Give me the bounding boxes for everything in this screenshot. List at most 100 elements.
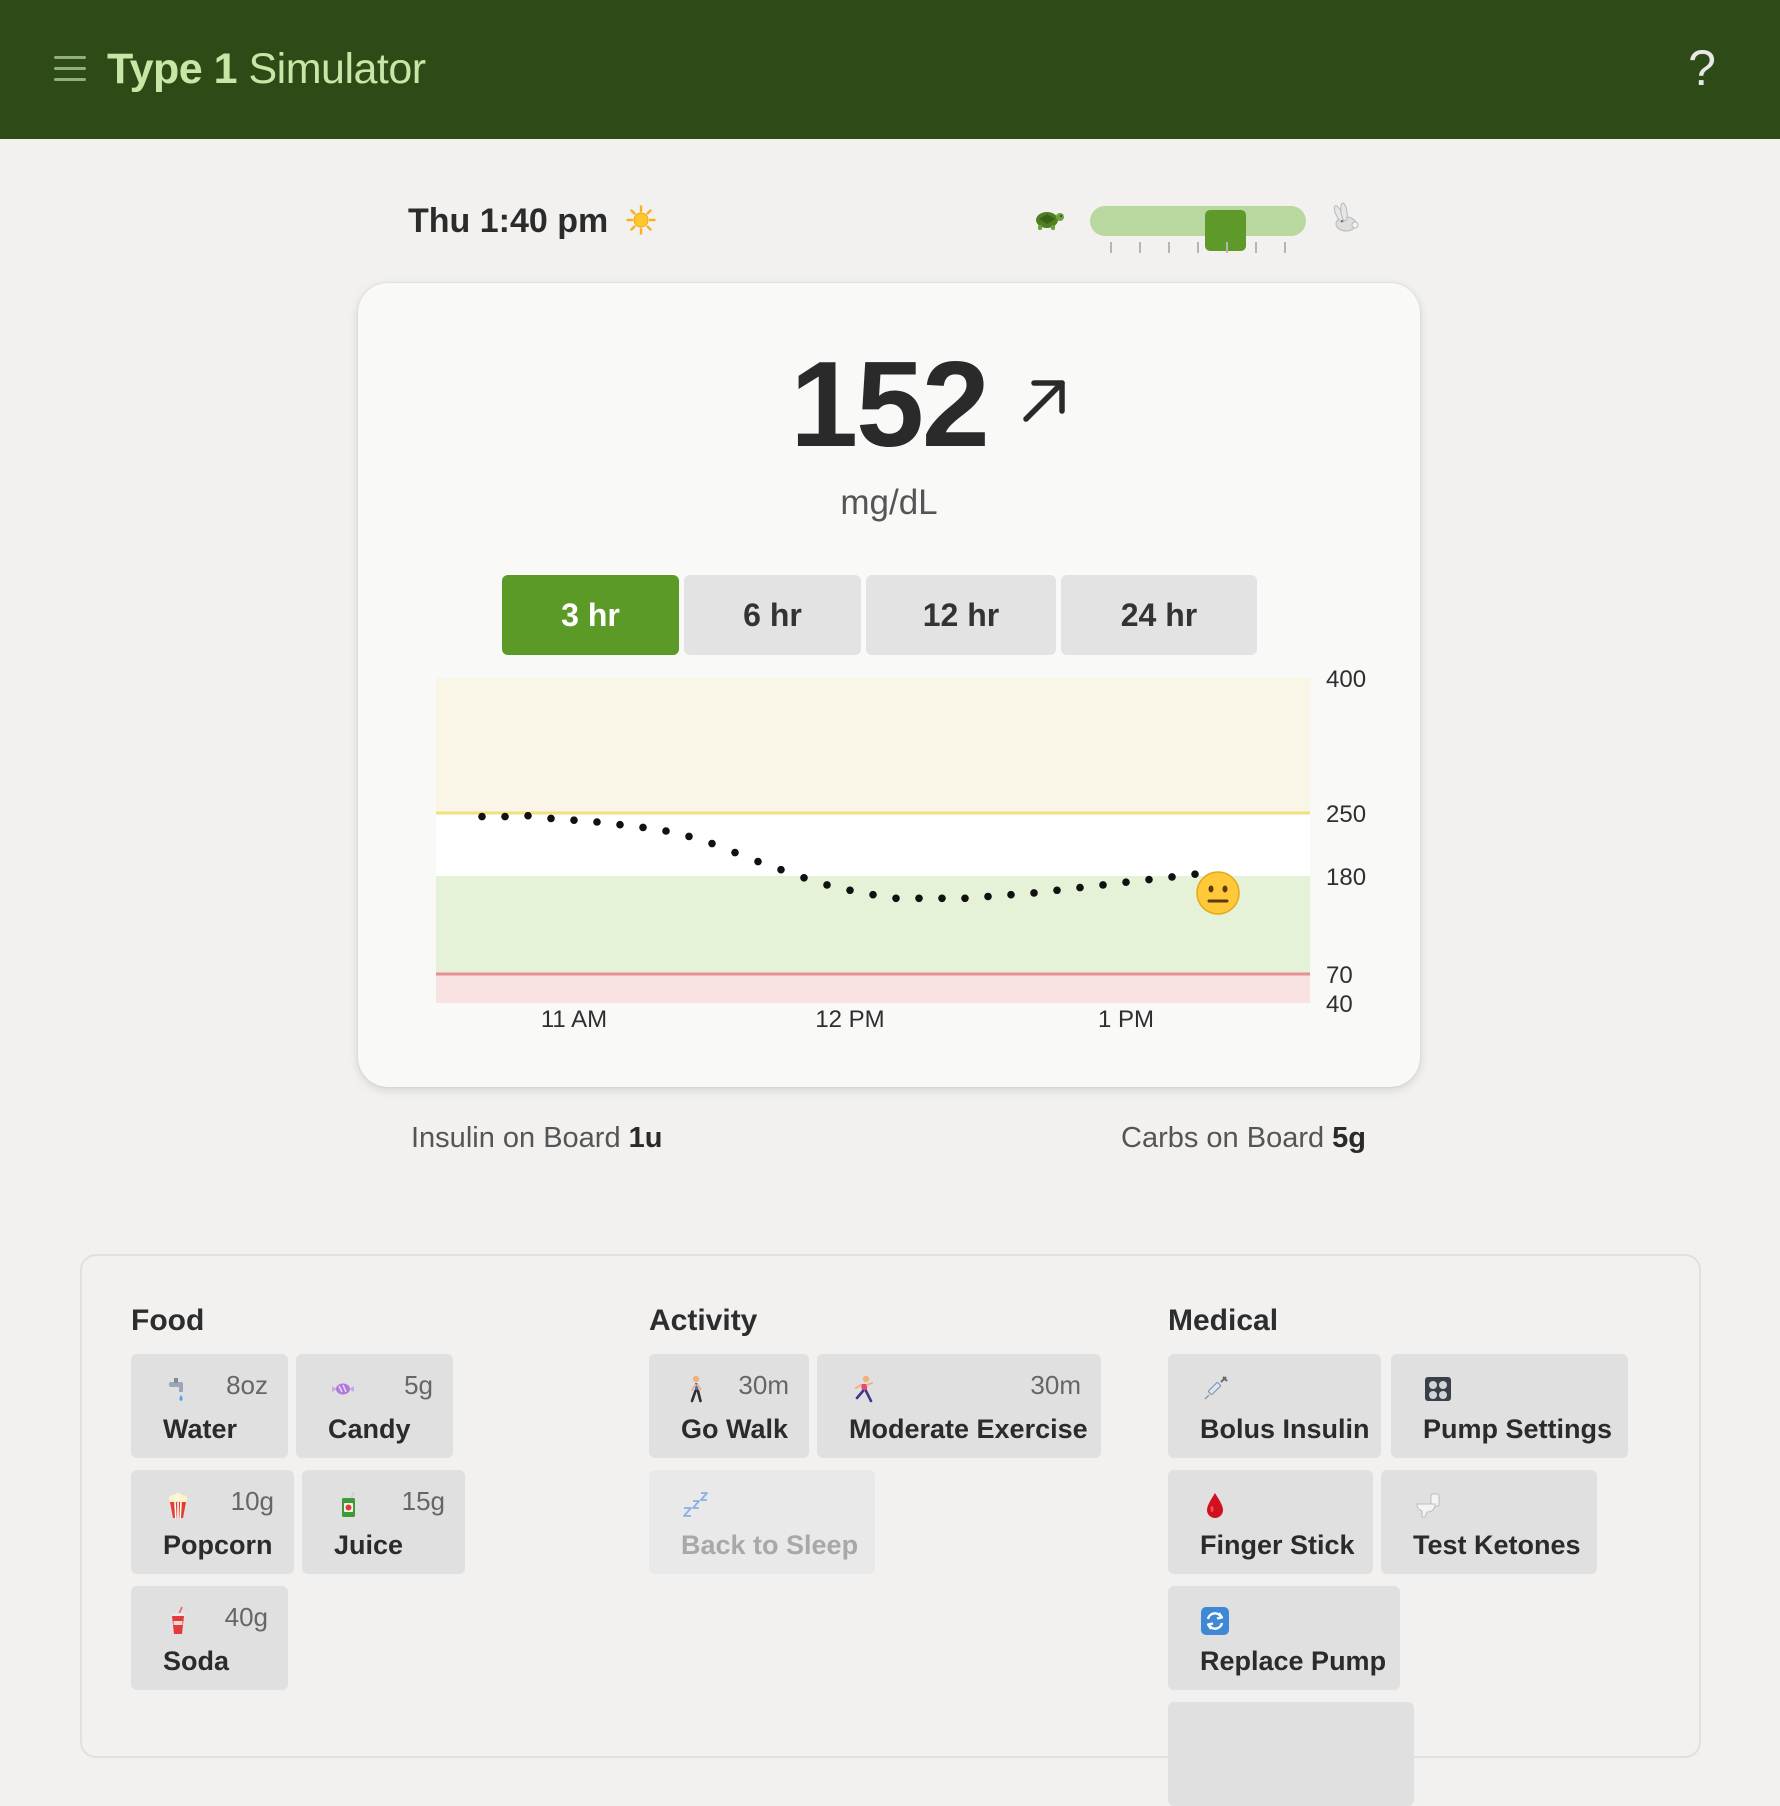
water-tap-icon xyxy=(169,1378,183,1401)
glucose-point xyxy=(800,873,808,882)
carbs-on-board-label: Carbs on Board xyxy=(1121,1122,1333,1154)
food-water-button[interactable]: 8oz Water xyxy=(131,1354,288,1458)
app-title-rest: Simulator xyxy=(237,45,426,93)
sim-speed-control xyxy=(1030,196,1370,256)
medical-more-button[interactable] xyxy=(1168,1702,1414,1806)
x-tick-label: 1 PM xyxy=(1098,1006,1154,1033)
sim-time: Thu 1:40 pm xyxy=(408,202,609,240)
insulin-on-board: Insulin on Board 1u xyxy=(411,1122,663,1155)
x-tick-label: 12 PM xyxy=(815,1006,884,1033)
food-water-label: Water xyxy=(163,1414,238,1444)
glucose-point xyxy=(777,865,785,874)
food-candy-amount: 5g xyxy=(404,1370,433,1400)
running-person-icon xyxy=(855,1375,873,1403)
activity-go-walk-label: Go Walk xyxy=(681,1414,789,1444)
zone-target xyxy=(436,876,1310,974)
medical-bolus-insulin-button[interactable]: Bolus Insulin xyxy=(1168,1354,1381,1458)
app-title-bold: Type 1 xyxy=(107,45,238,93)
zone-elevated xyxy=(436,813,1310,876)
activity-go-walk-button[interactable]: 30m Go Walk xyxy=(649,1354,809,1458)
food-water-amount: 8oz xyxy=(226,1370,268,1400)
repeat-arrows-icon xyxy=(1201,1607,1229,1635)
glucose-point xyxy=(846,886,854,895)
food-section-title: Food xyxy=(131,1304,205,1337)
glucose-point xyxy=(1191,870,1199,878)
glucose-point xyxy=(547,814,555,823)
rabbit-icon[interactable] xyxy=(1330,202,1364,234)
x-tick-label: 11 AM xyxy=(541,1006,607,1033)
medical-replace-pump-button[interactable]: Replace Pump xyxy=(1168,1586,1400,1690)
blood-drop-icon xyxy=(1207,1493,1223,1518)
glucose-point xyxy=(478,812,486,821)
syringe-icon xyxy=(1204,1376,1228,1400)
zone-high xyxy=(436,678,1310,813)
glucose-point xyxy=(823,881,831,889)
food-candy-label: Candy xyxy=(328,1414,411,1444)
app-header: Type 1 Simulator ? xyxy=(0,0,1780,139)
sun-icon xyxy=(626,205,656,235)
y-tick-label: 70 xyxy=(1326,962,1353,989)
candy-icon xyxy=(332,1383,354,1395)
glucose-point xyxy=(662,827,670,835)
y-tick-label: 40 xyxy=(1326,991,1353,1018)
food-popcorn-button[interactable]: 10g Popcorn xyxy=(131,1470,294,1574)
turtle-icon[interactable] xyxy=(1030,206,1066,232)
glucose-point xyxy=(1030,889,1038,897)
zone-low xyxy=(436,974,1310,1003)
food-juice-button[interactable]: 15g Juice xyxy=(302,1470,465,1574)
juice-box-icon xyxy=(342,1491,355,1517)
medical-finger-stick-button[interactable]: Finger Stick xyxy=(1168,1470,1373,1574)
glucose-point xyxy=(754,857,762,866)
sleep-zzz-icon xyxy=(683,1492,708,1517)
glucose-point xyxy=(984,892,992,901)
glucose-point xyxy=(1122,878,1130,887)
food-popcorn-label: Popcorn xyxy=(163,1530,273,1560)
insulin-on-board-label: Insulin on Board xyxy=(411,1122,629,1154)
activity-moderate-exercise-button[interactable]: 30m Moderate Exercise xyxy=(817,1354,1101,1458)
glucose-point xyxy=(1099,881,1107,889)
food-soda-label: Soda xyxy=(163,1646,230,1676)
food-soda-amount: 40g xyxy=(224,1602,268,1632)
glucose-point xyxy=(708,839,716,848)
control-knobs-icon xyxy=(1425,1377,1451,1401)
carbs-on-board-value: 5g xyxy=(1332,1122,1367,1154)
medical-test-ketones-label: Test Ketones xyxy=(1413,1530,1581,1560)
popcorn-icon xyxy=(169,1493,187,1519)
carbs-on-board: Carbs on Board 5g xyxy=(1121,1122,1366,1155)
sim-clock: Thu 1:40 pm xyxy=(408,202,656,241)
activity-moderate-exercise-label: Moderate Exercise xyxy=(849,1414,1088,1444)
glucose-point xyxy=(938,894,946,903)
menu-icon[interactable] xyxy=(54,56,86,82)
food-candy-button[interactable]: 5g Candy xyxy=(296,1354,453,1458)
medical-section-title: Medical xyxy=(1168,1304,1279,1337)
speed-slider-track[interactable] xyxy=(1090,206,1306,251)
food-soda-button[interactable]: 40g Soda xyxy=(131,1586,288,1690)
medical-finger-stick-label: Finger Stick xyxy=(1200,1530,1355,1560)
glucose-card: 152 mg/dL 3 hr 6 hr 12 hr 24 hr 400 250 18… xyxy=(358,283,1420,1087)
activity-back-to-sleep-label: Back to Sleep xyxy=(681,1530,859,1560)
glucose-point xyxy=(1168,873,1176,881)
food-popcorn-amount: 10g xyxy=(230,1486,274,1516)
app-title: Type 1 Simulator xyxy=(107,40,426,98)
glucose-point xyxy=(501,812,509,821)
y-tick-label: 400 xyxy=(1326,666,1366,693)
help-button[interactable]: ? xyxy=(1682,36,1722,100)
glucose-point xyxy=(1145,875,1153,884)
medical-pump-settings-button[interactable]: Pump Settings xyxy=(1391,1354,1628,1458)
glucose-point xyxy=(616,820,624,829)
glucose-point xyxy=(961,894,969,903)
glucose-point xyxy=(1076,883,1084,892)
glucose-point xyxy=(685,832,693,841)
toilet-icon xyxy=(1416,1493,1440,1518)
glucose-point xyxy=(639,823,647,832)
glucose-point xyxy=(524,811,532,820)
glucose-point xyxy=(869,890,877,899)
activity-go-walk-amount: 30m xyxy=(738,1370,789,1400)
glucose-chart: 400 250 180 7040 11 AM 12 PM 1 PM xyxy=(436,666,1366,1033)
soda-cup-icon xyxy=(171,1606,185,1634)
glucose-point xyxy=(593,818,601,826)
medical-replace-pump-label: Replace Pump xyxy=(1200,1646,1387,1676)
y-tick-label: 250 xyxy=(1326,801,1366,828)
glucose-point xyxy=(1053,886,1061,895)
medical-test-ketones-button[interactable]: Test Ketones xyxy=(1381,1470,1597,1574)
